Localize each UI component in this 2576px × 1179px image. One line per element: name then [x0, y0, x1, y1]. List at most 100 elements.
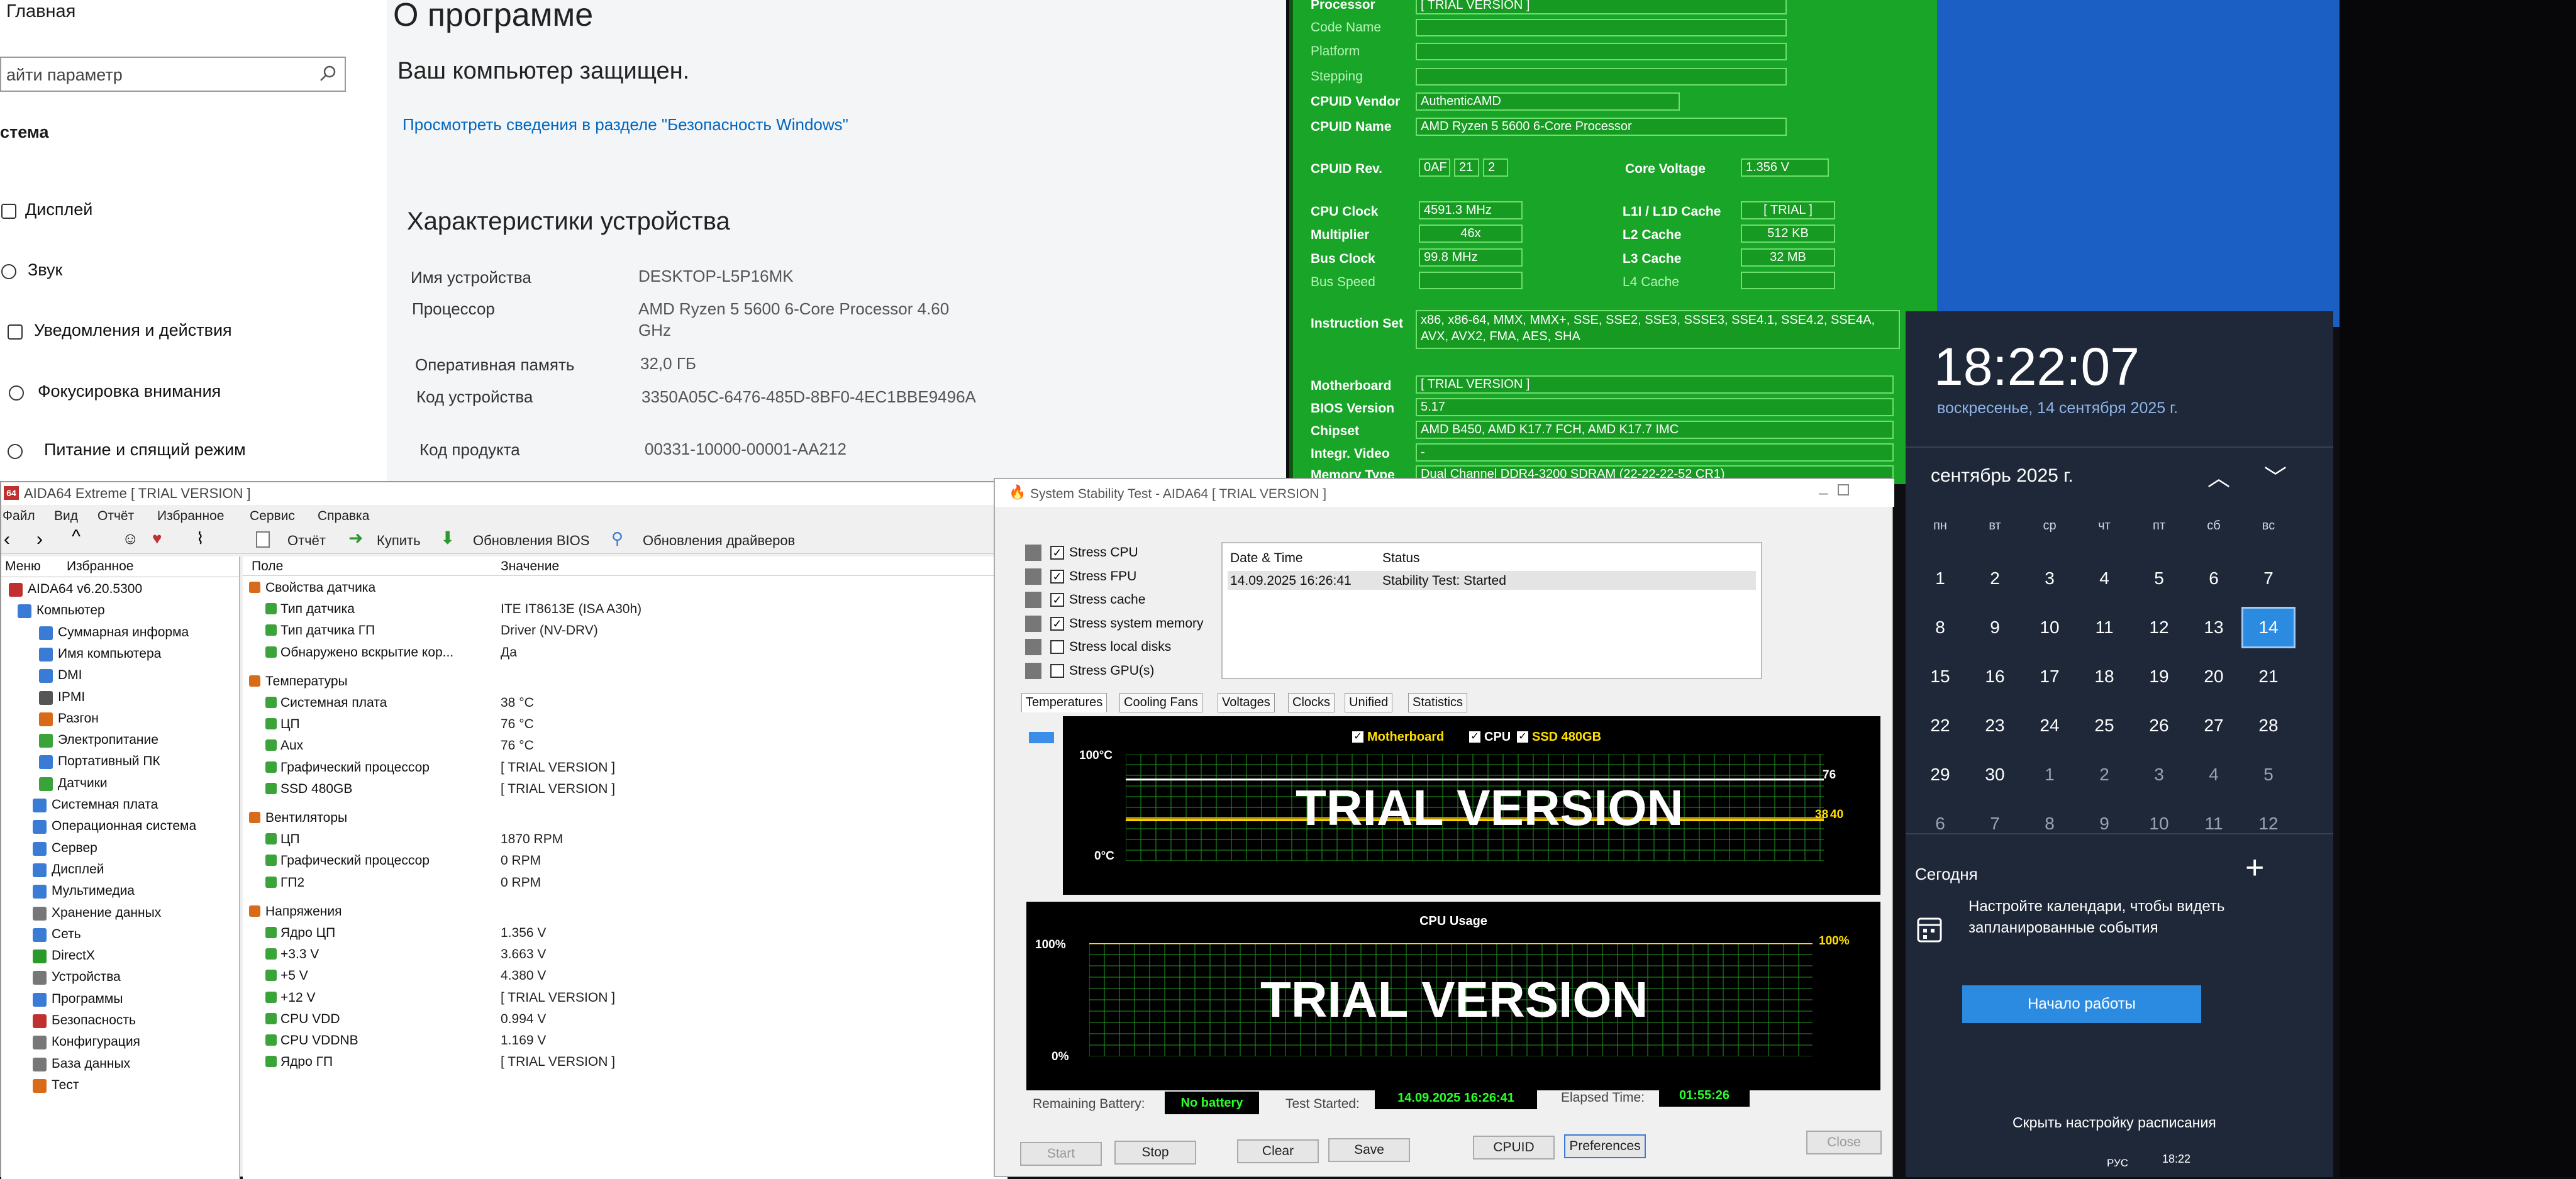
log-header-date[interactable]: Date & Time — [1230, 551, 1303, 566]
graph-tab[interactable]: Unified — [1345, 693, 1393, 712]
start-button[interactable]: Start — [1020, 1142, 1102, 1166]
day-cell[interactable]: 11 — [2079, 609, 2129, 646]
day-cell[interactable]: 5 — [2243, 756, 2294, 794]
menu-item[interactable]: Отчёт — [97, 509, 134, 524]
legend-check[interactable]: ✓ — [1517, 731, 1528, 743]
save-button[interactable]: Save — [1328, 1138, 1410, 1162]
day-cell[interactable]: 4 — [2189, 756, 2239, 794]
day-cell[interactable]: 19 — [2134, 658, 2184, 695]
stress-checkbox[interactable]: ✓ — [1050, 593, 1064, 607]
sensor-field[interactable]: Обнаружено вскрытие кор... — [280, 645, 453, 660]
tree-node[interactable]: Имя компьютера — [58, 646, 161, 661]
sensor-field[interactable]: Тип датчика — [280, 602, 355, 617]
tree-node[interactable]: Сервер — [52, 841, 97, 856]
hide-schedule-link[interactable]: Скрыть настройку расписания — [2012, 1114, 2216, 1131]
cpuid-button[interactable]: CPUID — [1473, 1136, 1555, 1160]
log-row[interactable]: 14.09.2025 16:26:41 Stability Test: Star… — [1228, 571, 1756, 590]
buy-button[interactable]: Купить — [377, 533, 421, 549]
clear-button[interactable]: Clear — [1237, 1139, 1319, 1163]
tree-node[interactable]: Компьютер — [36, 603, 105, 618]
menu-item[interactable]: Файл — [3, 509, 35, 524]
day-cell[interactable]: 9 — [2079, 805, 2129, 843]
legend-check[interactable]: ✓ — [1352, 731, 1363, 743]
sensor-field[interactable]: Ядро ЦП — [280, 926, 335, 941]
tab-menu[interactable]: Меню — [5, 559, 41, 574]
bios-update-button[interactable]: Обновления BIOS — [473, 533, 589, 549]
sensor-field[interactable]: +5 V — [280, 968, 308, 983]
column-field[interactable]: Поле — [252, 559, 283, 574]
sensor-field[interactable]: Aux — [280, 738, 303, 753]
graph-tab[interactable]: Voltages — [1218, 693, 1275, 712]
forward-icon[interactable]: › — [36, 529, 43, 550]
menu-item[interactable]: Избранное — [157, 509, 224, 524]
day-cell[interactable]: 27 — [2189, 707, 2239, 744]
tree-node[interactable]: Датчики — [58, 776, 108, 791]
day-cell[interactable]: 28 — [2243, 707, 2294, 744]
tree-node[interactable]: Дисплей — [52, 862, 104, 877]
day-cell[interactable]: 11 — [2189, 805, 2239, 843]
day-cell[interactable]: 18 — [2079, 658, 2129, 695]
tree-node[interactable]: Конфигурация — [52, 1034, 140, 1049]
minimize-icon[interactable]: – — [1819, 483, 1828, 502]
stress-checkbox[interactable] — [1050, 663, 1064, 678]
clock-date[interactable]: воскресенье, 14 сентября 2025 г. — [1937, 399, 2178, 418]
day-cell[interactable]: 16 — [1970, 658, 2020, 695]
log-header-status[interactable]: Status — [1382, 551, 1420, 566]
back-icon[interactable]: ‹ — [4, 529, 10, 550]
sensor-field[interactable]: CPU VDD — [280, 1012, 340, 1027]
stress-checkbox[interactable]: ✓ — [1050, 546, 1064, 560]
tree-node[interactable]: Устройства — [52, 970, 121, 985]
day-cell[interactable]: 12 — [2243, 805, 2294, 843]
user-icon[interactable]: ☺ — [122, 529, 139, 548]
search-field[interactable]: айти параметр — [0, 57, 346, 92]
chart-icon[interactable]: ⌇ — [196, 529, 204, 548]
favorite-icon[interactable]: ♥ — [152, 529, 162, 548]
day-cell[interactable]: 9 — [1970, 609, 2020, 646]
sensor-field[interactable]: Системная плата — [280, 695, 387, 711]
sensor-field[interactable]: Температуры — [265, 674, 348, 689]
day-cell[interactable]: 17 — [2024, 658, 2075, 695]
tree-node[interactable]: Безопасность — [52, 1013, 136, 1028]
day-cell[interactable]: 12 — [2134, 609, 2184, 646]
menu-item[interactable]: Вид — [54, 509, 78, 524]
sensor-field[interactable]: Вентиляторы — [265, 811, 347, 826]
sensor-field[interactable]: +12 V — [280, 990, 315, 1005]
day-cell[interactable]: 1 — [2024, 756, 2075, 794]
graph-tab[interactable]: Clocks — [1288, 693, 1335, 712]
sensor-field[interactable]: Напряжения — [265, 904, 341, 919]
day-cell[interactable]: 13 — [2189, 609, 2239, 646]
tree-node[interactable]: Портативный ПК — [58, 754, 160, 769]
tree-node[interactable]: База данных — [52, 1056, 130, 1071]
preferences-button[interactable]: Preferences — [1564, 1134, 1646, 1158]
tree-node[interactable]: Хранение данных — [52, 905, 161, 921]
legend-check[interactable]: ✓ — [1469, 731, 1480, 743]
up-icon[interactable]: ^ — [72, 526, 80, 548]
sensor-field[interactable]: Тип датчика ГП — [280, 623, 375, 638]
day-cell[interactable]: 1 — [1915, 560, 1965, 597]
tree-node[interactable]: Электропитание — [58, 733, 158, 748]
day-cell[interactable]: 30 — [1970, 756, 2020, 794]
day-cell[interactable]: 10 — [2134, 805, 2184, 843]
day-cell[interactable]: 5 — [2134, 560, 2184, 597]
day-cell[interactable]: 4 — [2079, 560, 2129, 597]
add-event-icon[interactable]: + — [2245, 849, 2264, 887]
chevron-down-icon[interactable]: ﹀ — [2264, 460, 2287, 492]
sensor-field[interactable]: ЦП — [280, 832, 300, 847]
tree-node[interactable]: Операционная система — [52, 819, 196, 834]
sensor-field[interactable]: SSD 480GB — [280, 782, 352, 797]
tree-node[interactable]: IPMI — [58, 690, 85, 705]
chevron-up-icon[interactable]: ︿ — [2207, 460, 2230, 492]
stress-checkbox[interactable]: ✓ — [1050, 616, 1064, 631]
close-button[interactable]: Close — [1806, 1131, 1882, 1154]
tree-node[interactable]: Сеть — [52, 927, 81, 942]
menu-item[interactable]: Сервис — [250, 509, 295, 524]
sensor-field[interactable]: ГП2 — [280, 875, 304, 890]
day-cell[interactable]: 3 — [2024, 560, 2075, 597]
day-cell[interactable]: 22 — [1915, 707, 1965, 744]
tray-time[interactable]: 18:22 — [2162, 1153, 2190, 1166]
sensor-field[interactable]: +3.3 V — [280, 947, 319, 962]
column-value[interactable]: Значение — [501, 559, 559, 574]
graph-tab[interactable]: Statistics — [1408, 693, 1468, 712]
tray-language[interactable]: РУС — [2107, 1157, 2128, 1170]
day-cell[interactable]: 21 — [2243, 658, 2294, 695]
